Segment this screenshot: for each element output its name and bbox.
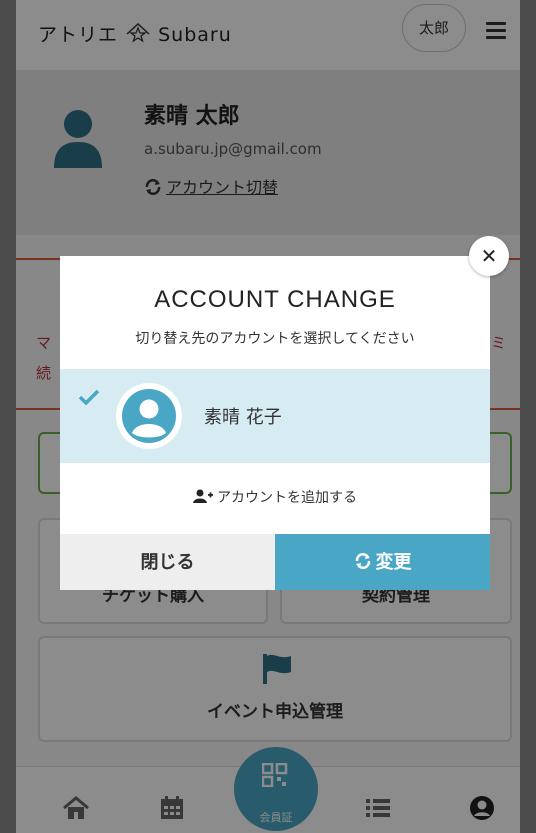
change-button-label: 変更: [375, 552, 412, 572]
refresh-icon: [355, 553, 370, 569]
user-avatar-icon: [122, 389, 176, 443]
add-account-button[interactable]: アカウントを追加する: [60, 478, 490, 518]
account-option[interactable]: 素晴 花子: [60, 369, 490, 463]
user-plus-icon: [193, 489, 213, 503]
close-button[interactable]: 閉じる: [60, 534, 275, 590]
account-name: 素晴 花子: [204, 407, 282, 428]
checkmark-icon: [78, 389, 100, 405]
change-button[interactable]: 変更: [275, 534, 490, 590]
add-account-label: アカウントを追加する: [217, 490, 357, 506]
close-icon[interactable]: ✕: [469, 236, 509, 276]
account-avatar: [116, 383, 182, 449]
modal-subtitle: 切り替え先のアカウントを選択してください: [135, 331, 415, 347]
modal-title: ACCOUNT CHANGE: [154, 286, 396, 313]
account-change-modal: ACCOUNT CHANGE 切り替え先のアカウントを選択してください 素晴 花…: [60, 256, 490, 590]
